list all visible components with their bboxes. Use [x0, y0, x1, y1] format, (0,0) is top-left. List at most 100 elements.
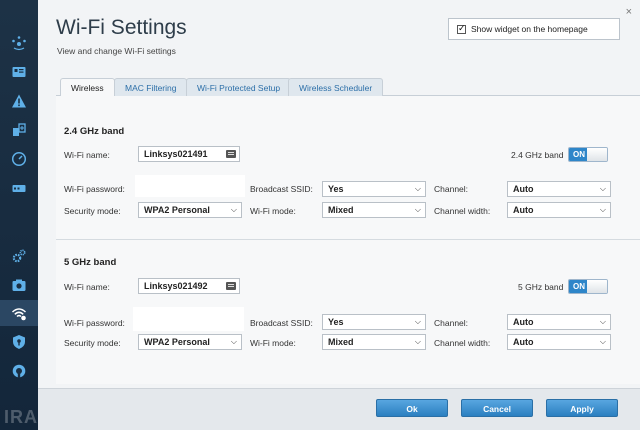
band24-width-value: Auto: [513, 205, 534, 215]
band24-toggle-label: 2.4 GHz band: [511, 150, 564, 160]
chevron-down-icon: ⌵: [230, 205, 237, 214]
band5-security-select[interactable]: WPA2 Personal ⌵: [138, 334, 242, 350]
chevron-down-icon: ⌵: [414, 184, 421, 193]
band24-toggle[interactable]: ON: [568, 147, 608, 162]
band24-width-label: Channel width:: [434, 206, 491, 216]
band24-password-label: Wi-Fi password:: [64, 184, 125, 194]
band24-security-select[interactable]: WPA2 Personal ⌵: [138, 202, 242, 218]
media-prioritization-icon: [13, 123, 26, 136]
keyboard-icon[interactable]: [226, 150, 236, 158]
band5-mode-value: Mixed: [328, 337, 354, 347]
alert-icon: [12, 94, 26, 108]
camera-icon: [12, 279, 26, 291]
chevron-down-icon: ⌵: [599, 205, 606, 214]
band5-width-label: Channel width:: [434, 338, 491, 348]
band24-mode-select[interactable]: Mixed ⌵: [322, 202, 426, 218]
nav-external-storage[interactable]: [0, 175, 38, 201]
show-widget-label: Show widget on the homepage: [471, 24, 588, 34]
nav-network-map[interactable]: [0, 30, 38, 56]
toggle-knob: [587, 148, 607, 161]
band5-wifi-name-value: Linksys021492: [144, 281, 208, 291]
chevron-down-icon: ⌵: [599, 317, 606, 326]
keyboard-icon[interactable]: [226, 282, 236, 290]
tab-wireless[interactable]: Wireless: [60, 78, 115, 97]
band24-wifi-name-label: Wi-Fi name:: [64, 150, 110, 160]
band5-title: 5 GHz band: [64, 257, 117, 268]
main-panel: × Wi-Fi Settings View and change Wi-Fi s…: [38, 0, 640, 430]
left-nav: IRANSSO.COM: [0, 0, 143, 430]
page-subtitle: View and change Wi-Fi settings: [57, 46, 176, 56]
band24-mode-value: Mixed: [328, 205, 354, 215]
band5-security-label: Security mode:: [64, 338, 121, 348]
show-widget-checkbox[interactable]: [457, 23, 466, 34]
section-divider: [56, 239, 640, 240]
band5-mode-select[interactable]: Mixed ⌵: [322, 334, 426, 350]
chevron-down-icon: ⌵: [599, 337, 606, 346]
band5-broadcast-value: Yes: [328, 317, 344, 327]
tab-strip: Wireless MAC Filtering Wi-Fi Protected S…: [56, 78, 640, 97]
nav-media-prioritization[interactable]: [0, 117, 38, 143]
band5-channel-label: Channel:: [434, 318, 469, 328]
speed-test-icon: [11, 151, 27, 167]
nav-security[interactable]: [0, 329, 38, 355]
band5-toggle-label: 5 GHz band: [518, 282, 564, 292]
band24-channel-label: Channel:: [434, 184, 469, 194]
band24-channel-value: Auto: [513, 184, 534, 194]
tab-mac-filtering[interactable]: MAC Filtering: [114, 78, 188, 96]
network-map-icon: [12, 36, 26, 51]
band24-security-label: Security mode:: [64, 206, 121, 216]
band24-channel-select[interactable]: Auto ⌵: [507, 181, 611, 197]
nav-troubleshooting[interactable]: [0, 358, 38, 384]
apply-button[interactable]: Apply: [546, 399, 618, 417]
nav-alerts[interactable]: [0, 88, 38, 114]
close-icon[interactable]: ×: [626, 6, 632, 18]
ok-button[interactable]: Ok: [376, 399, 448, 417]
band5-width-value: Auto: [513, 337, 534, 347]
chevron-down-icon: ⌵: [414, 337, 421, 346]
troubleshoot-icon: [12, 364, 26, 378]
security-icon: [13, 335, 25, 349]
wireless-tab-content: 2.4 GHz band Wi-Fi name: Linksys021491 2…: [56, 96, 640, 384]
band24-wifi-name-value: Linksys021491: [144, 149, 208, 159]
band5-channel-value: Auto: [513, 317, 534, 327]
page-title: Wi-Fi Settings: [56, 16, 187, 39]
band5-wifi-name-input[interactable]: Linksys021492: [138, 278, 240, 294]
band24-security-value: WPA2 Personal: [144, 205, 210, 215]
nav-device-list[interactable]: [0, 59, 38, 85]
tab-wifi-protected-setup[interactable]: Wi-Fi Protected Setup: [186, 78, 292, 96]
band24-toggle-state: ON: [569, 148, 589, 161]
chevron-down-icon: ⌵: [599, 184, 606, 193]
band5-width-select[interactable]: Auto ⌵: [507, 334, 611, 350]
toggle-knob: [587, 280, 607, 293]
band5-broadcast-select[interactable]: Yes ⌵: [322, 314, 426, 330]
band24-mode-label: Wi-Fi mode:: [250, 206, 296, 216]
band5-channel-select[interactable]: Auto ⌵: [507, 314, 611, 330]
chevron-down-icon: ⌵: [414, 205, 421, 214]
band24-width-select[interactable]: Auto ⌵: [507, 202, 611, 218]
nav-connectivity[interactable]: [0, 243, 38, 269]
band5-wifi-name-label: Wi-Fi name:: [64, 282, 110, 292]
band24-password-input[interactable]: [135, 175, 245, 197]
band5-toggle[interactable]: ON: [568, 279, 608, 294]
band24-broadcast-select[interactable]: Yes ⌵: [322, 181, 426, 197]
chevron-down-icon: ⌵: [230, 337, 237, 346]
cancel-button[interactable]: Cancel: [461, 399, 533, 417]
show-widget-toggle[interactable]: Show widget on the homepage: [448, 18, 620, 40]
nav-speed-test[interactable]: [0, 146, 38, 172]
wifi-icon: [11, 308, 27, 321]
settings-icon: [12, 249, 26, 263]
tab-wireless-scheduler[interactable]: Wireless Scheduler: [288, 78, 384, 96]
band5-password-input[interactable]: [133, 307, 244, 331]
external-storage-icon: [12, 185, 26, 192]
nav-wifi-settings[interactable]: [0, 300, 38, 326]
band5-security-value: WPA2 Personal: [144, 337, 210, 347]
band24-wifi-name-input[interactable]: Linksys021491: [138, 146, 240, 162]
band5-toggle-state: ON: [569, 280, 589, 293]
device-list-icon: [12, 67, 26, 77]
band24-title: 2.4 GHz band: [64, 126, 125, 137]
band24-broadcast-label: Broadcast SSID:: [250, 184, 313, 194]
band5-mode-label: Wi-Fi mode:: [250, 338, 296, 348]
chevron-down-icon: ⌵: [414, 317, 421, 326]
band24-broadcast-value: Yes: [328, 184, 344, 194]
nav-camera[interactable]: [0, 272, 38, 298]
